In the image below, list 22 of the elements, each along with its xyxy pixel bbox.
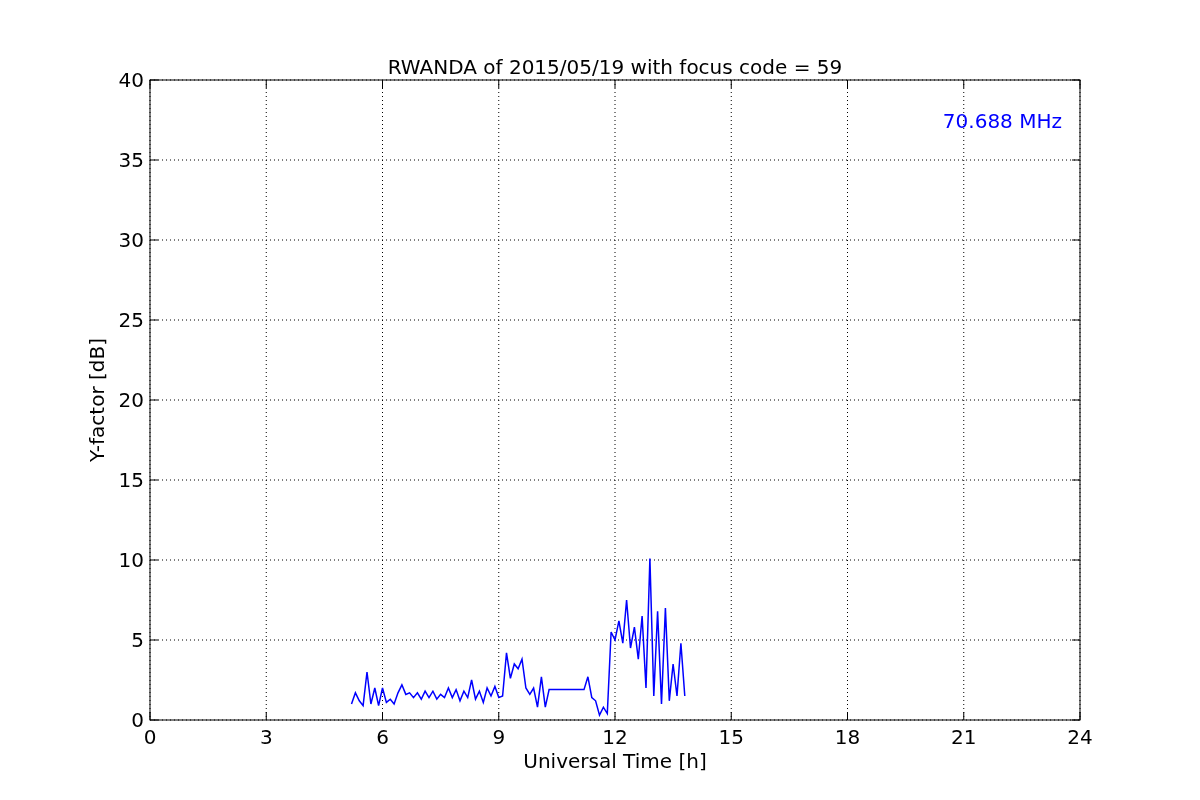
tick-label: 20 bbox=[118, 388, 144, 412]
tick-label: 40 bbox=[118, 68, 144, 92]
tick-label: 3 bbox=[259, 725, 273, 749]
tick-label: 6 bbox=[376, 725, 389, 749]
tick-label: 35 bbox=[118, 148, 144, 172]
axis-label: Universal Time [h] bbox=[523, 749, 707, 773]
tick-label: 30 bbox=[118, 228, 144, 252]
tick-label: 21 bbox=[951, 725, 977, 749]
tick-label: 12 bbox=[602, 725, 628, 749]
tick-label: 0 bbox=[131, 708, 144, 732]
tick-label: 5 bbox=[131, 628, 144, 652]
tick-label: 25 bbox=[118, 308, 144, 332]
tick-label: 10 bbox=[118, 548, 144, 572]
series-label: 70.688 MHz bbox=[942, 109, 1062, 133]
chart-title: RWANDA of 2015/05/19 with focus code = 59 bbox=[387, 55, 843, 79]
tick-label: 15 bbox=[718, 725, 744, 749]
axis-label: Y-factor [dB] bbox=[85, 338, 109, 462]
tick-label: 15 bbox=[118, 468, 144, 492]
tick-label: 0 bbox=[143, 725, 157, 749]
tick-label: 18 bbox=[834, 725, 861, 749]
tick-label: 24 bbox=[1067, 725, 1093, 749]
tick-label: 9 bbox=[492, 725, 506, 749]
